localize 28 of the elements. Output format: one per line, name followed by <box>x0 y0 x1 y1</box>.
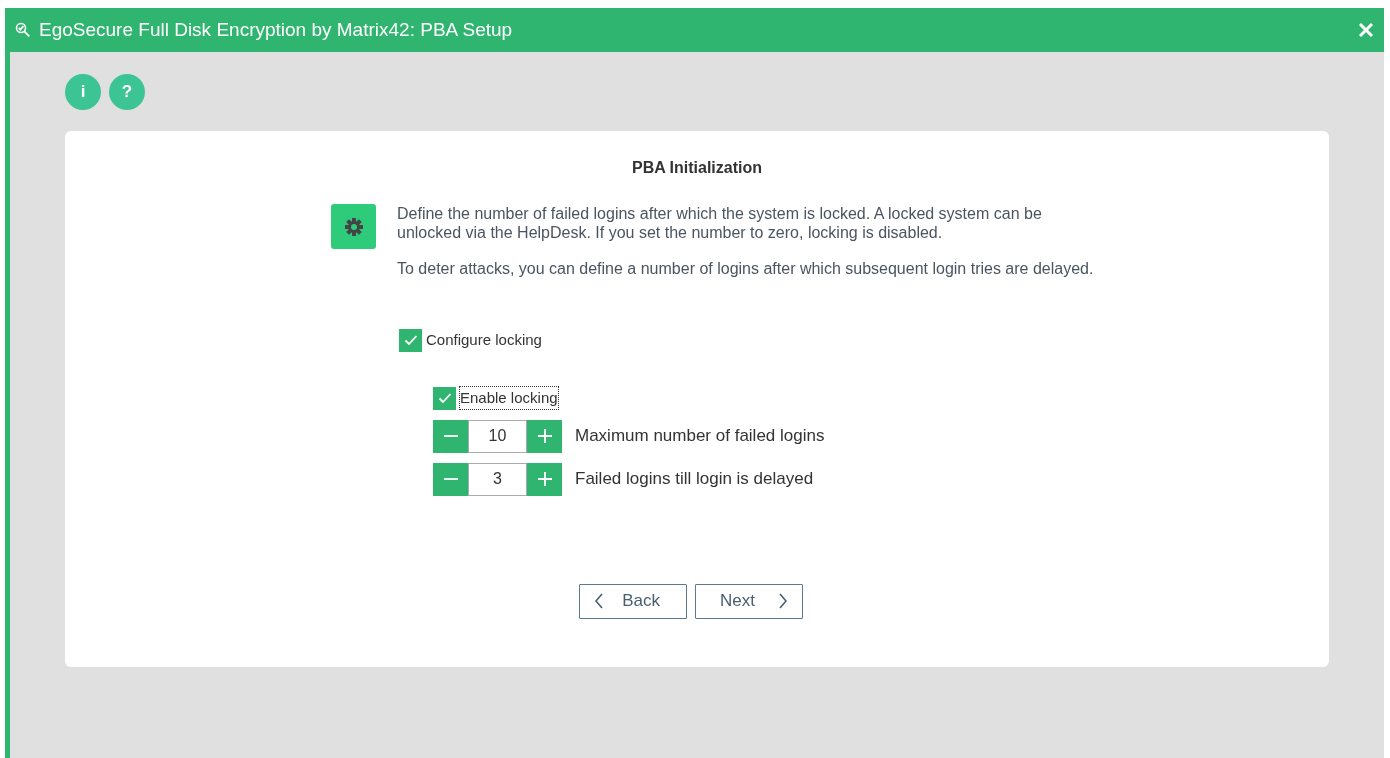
close-icon[interactable] <box>1358 22 1374 38</box>
window-title: EgoSecure Full Disk Encryption by Matrix42: PBA Setup <box>39 17 513 42</box>
plus-icon <box>536 471 553 488</box>
increment-button[interactable] <box>527 462 562 496</box>
section-heading: PBA Initialization <box>630 158 764 178</box>
chevron-left-icon <box>594 593 604 610</box>
checkbox-label[interactable]: Enable locking <box>460 386 558 410</box>
number-field[interactable]: 10 <box>468 419 527 453</box>
magnifier-check-icon <box>15 22 31 38</box>
plus-icon <box>536 428 553 445</box>
next-button[interactable]: Next <box>695 583 803 619</box>
back-button[interactable]: Back <box>579 583 687 619</box>
increment-button[interactable] <box>527 419 562 453</box>
checkbox[interactable] <box>433 386 456 410</box>
checkbox[interactable] <box>399 328 422 352</box>
description-text: Define the number of failed logins after which the system is locked. A locked system can be unlocked via the HelpDesk. If you set the number to zero, locking is disabled. <box>397 204 1043 243</box>
minus-icon <box>442 478 459 481</box>
chevron-right-icon <box>778 593 788 610</box>
minus-icon <box>442 435 459 438</box>
number-field[interactable]: 3 <box>468 462 527 496</box>
spinner-label: Maximum number of failed logins <box>575 425 825 448</box>
decrement-button[interactable] <box>433 462 468 496</box>
checkbox-label[interactable]: Configure locking <box>426 328 542 352</box>
description-text: To deter attacks, you can define a number of logins after which subsequent login tries are delayed. <box>397 259 1095 279</box>
checkmark-icon <box>403 334 418 347</box>
spinner-label: Failed logins till login is delayed <box>575 468 814 491</box>
decrement-button[interactable] <box>433 419 468 453</box>
checkmark-icon <box>437 392 452 405</box>
